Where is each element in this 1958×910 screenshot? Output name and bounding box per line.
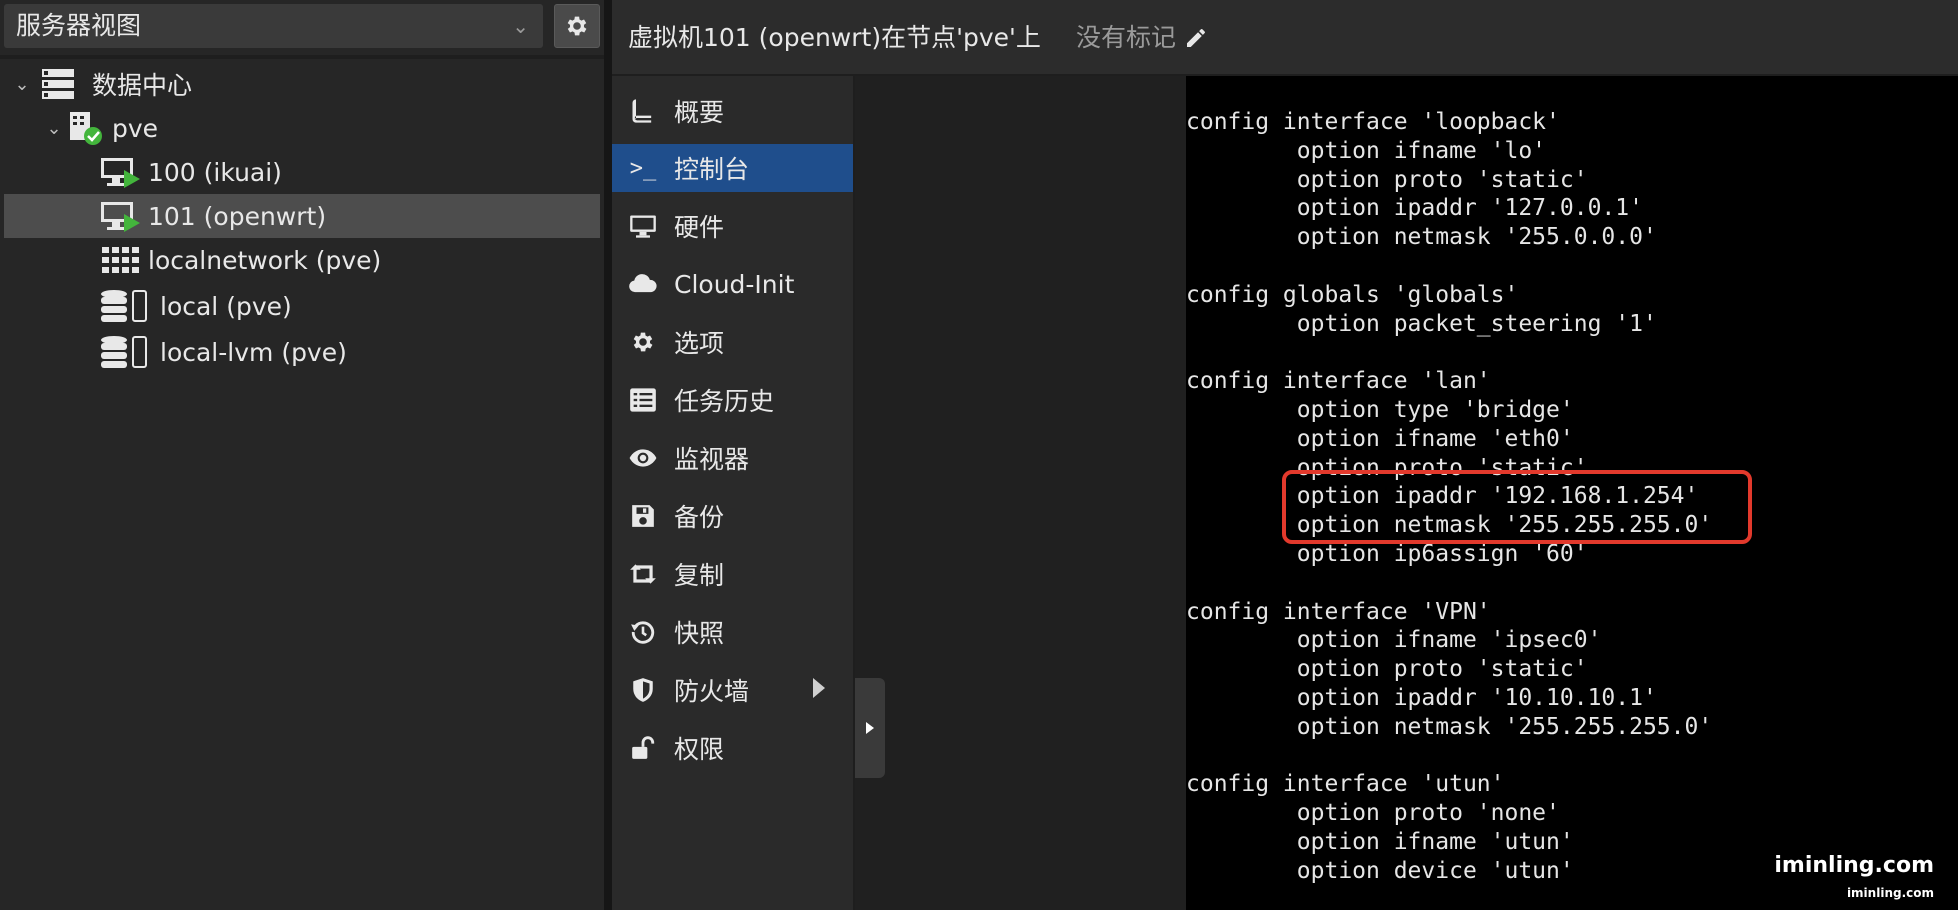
tree-item-label: local-lvm (pve) [160, 337, 347, 367]
node-online-icon [70, 112, 102, 145]
nav-item-label: 防火墙 [674, 677, 750, 706]
console-line: option proto 'static' [1186, 656, 1588, 683]
highlight-annotation [1282, 470, 1752, 544]
settings-button[interactable] [554, 4, 600, 48]
history-icon [631, 621, 655, 644]
tree-item-storage-local-lvm[interactable]: local-lvm (pve) [4, 330, 600, 374]
vm-running-icon [101, 158, 140, 188]
expand-submenu-icon[interactable] [813, 678, 825, 698]
tree-item-storage-local[interactable]: local (pve) [4, 284, 600, 328]
terminal-icon: >_ [629, 155, 657, 181]
gear-icon [633, 332, 653, 352]
console-line: option ifname 'ipsec0' [1186, 627, 1602, 654]
list-icon [630, 388, 656, 412]
nav-item-label: 快照 [674, 619, 725, 648]
console-line: option ifname 'lo' [1186, 137, 1547, 164]
nav-item-label: 概要 [674, 98, 725, 127]
chevron-down-icon: ⌄ [512, 14, 529, 38]
nav-item-console[interactable]: >_ 控制台 [612, 144, 853, 192]
tree-item-vm-100[interactable]: 100 (ikuai) [4, 150, 600, 194]
collapse-nav-button[interactable] [855, 678, 885, 778]
console-line: option proto 'static' [1186, 166, 1588, 193]
console-line: option type 'bridge' [1186, 397, 1574, 423]
shield-icon [633, 678, 653, 702]
tree-item-label: pve [112, 113, 159, 143]
nav-item-label: 权限 [674, 735, 725, 764]
console-line: option netmask '255.0.0.0' [1186, 224, 1657, 251]
nav-item-hardware[interactable]: 硬件 [612, 202, 853, 250]
nav-item-label: Cloud-Init [674, 269, 795, 299]
nav-item-permissions[interactable]: 权限 [612, 724, 853, 772]
view-select-value: 服务器视图 [16, 11, 142, 40]
console-line: config interface 'VPN' [1186, 598, 1491, 625]
retweet-icon [630, 564, 656, 584]
console-line: config interface 'loopback' [1186, 109, 1560, 135]
nav-item-label: 选项 [674, 329, 725, 358]
view-select[interactable]: 服务器视图 ⌄ [4, 4, 543, 48]
page-header: 虚拟机101 (openwrt)在节点'pve'上 没有标记 [612, 0, 1958, 76]
tags-placeholder: 没有标记 [1076, 23, 1177, 52]
nav-item-firewall[interactable]: 防火墙 [612, 666, 853, 714]
console-line: config globals 'globals' [1186, 281, 1519, 308]
watermark-sub: iminling.com [1846, 886, 1934, 900]
console-line: option ip6assign '60' [1186, 541, 1588, 567]
book-icon [632, 99, 652, 123]
nav-item-label: 监视器 [674, 445, 750, 474]
nav-item-cloud-init[interactable]: Cloud-Init [612, 260, 853, 308]
console-line: option ifname 'eth0' [1186, 425, 1574, 452]
collapse-icon[interactable]: ⌄ [12, 74, 32, 95]
storage-icon [101, 290, 147, 322]
console-line: config interface 'utun' [1186, 771, 1505, 798]
nav-item-label: 备份 [674, 503, 725, 532]
pencil-icon[interactable] [1184, 26, 1208, 50]
nav-item-options[interactable]: 选项 [612, 318, 853, 366]
console-line: option ipaddr '10.10.10.1' [1186, 685, 1657, 711]
vm-running-icon [101, 202, 140, 232]
nav-item-label: 硬件 [674, 213, 725, 242]
tree-item-label: 100 (ikuai) [148, 157, 282, 187]
watermark: iminling.com [1774, 853, 1934, 878]
caret-right-icon [866, 722, 874, 734]
nav-item-label: 控制台 [674, 155, 750, 184]
tree-item-vm-101[interactable]: 101 (openwrt) [4, 194, 600, 238]
tree-item-localnetwork[interactable]: localnetwork (pve) [4, 238, 600, 282]
vm-nav-menu: 概要 >_ 控制台 硬件 Cloud-Init 选项 任务历史 监视器 备份 复… [612, 76, 855, 910]
tree-item-label: localnetwork (pve) [148, 245, 382, 275]
console-line: option netmask '255.255.255.0' [1186, 713, 1713, 740]
collapse-icon[interactable]: ⌄ [44, 118, 64, 139]
nav-item-label: 复制 [674, 561, 725, 590]
tree-item-label: local (pve) [160, 291, 292, 321]
console-line: option ipaddr '127.0.0.1' [1186, 195, 1643, 222]
panel-splitter[interactable] [604, 0, 612, 910]
tree-item-datacenter[interactable]: ⌄ 数据中心 [4, 62, 600, 106]
nav-item-monitor[interactable]: 监视器 [612, 434, 853, 482]
nav-item-backup[interactable]: 备份 [612, 492, 853, 540]
console-line: option ifname 'utun' [1186, 829, 1574, 855]
network-grid-icon [102, 247, 139, 273]
datacenter-icon [42, 69, 74, 99]
resource-tree-panel: 服务器视图 ⌄ ⌄ 数据中心 ⌄ pve 100 (ikuai) 101 (op… [0, 0, 604, 910]
nav-item-task-history[interactable]: 任务历史 [612, 376, 853, 424]
page-title: 虚拟机101 (openwrt)在节点'pve'上 [628, 23, 1041, 52]
gear-icon [567, 16, 587, 36]
storage-icon [101, 336, 147, 368]
floppy-disk-icon [632, 505, 654, 527]
tree-item-label: 101 (openwrt) [148, 201, 327, 231]
console-line: option device 'utun' [1186, 857, 1574, 884]
console-line: option packet_steering '1' [1186, 310, 1657, 337]
nav-item-replication[interactable]: 复制 [612, 550, 853, 598]
eye-icon [629, 449, 657, 467]
cloud-icon [629, 274, 657, 293]
monitor-icon [630, 215, 656, 238]
nav-item-label: 任务历史 [674, 387, 775, 416]
unlock-icon [632, 736, 655, 759]
nav-item-summary[interactable]: 概要 [612, 87, 853, 135]
nav-item-snapshot[interactable]: 快照 [612, 608, 853, 656]
console-line: option proto 'none' [1186, 800, 1560, 827]
console-line: config interface 'lan' [1186, 368, 1491, 395]
tree-item-node-pve[interactable]: ⌄ pve [4, 106, 600, 150]
tree-item-label: 数据中心 [92, 71, 193, 100]
